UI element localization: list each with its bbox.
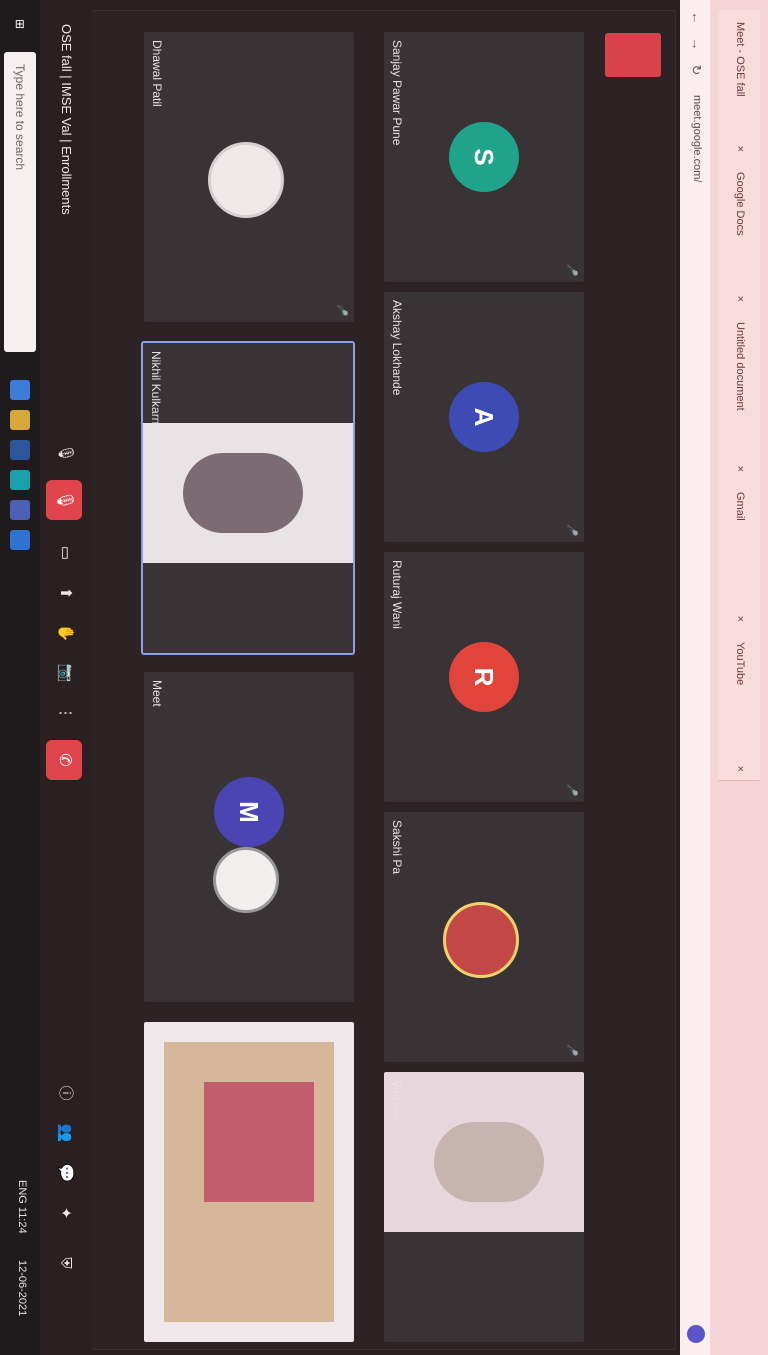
participant-tile[interactable]: Sakshi Pa 🎤 xyxy=(383,811,585,1063)
mic-off-icon: 🎤 xyxy=(566,1044,577,1057)
people-icon[interactable]: 👥 xyxy=(52,1120,78,1146)
info-icon[interactable]: ⓘ xyxy=(52,1080,78,1106)
store-icon[interactable] xyxy=(10,500,30,520)
mic-off-icon: 🎤 xyxy=(336,304,347,317)
participant-name: Dhawal Patil xyxy=(150,40,164,107)
participant-name: Sanjay Pawar Pune xyxy=(390,40,404,146)
present-icon[interactable]: ⬆ xyxy=(52,580,78,606)
close-tab-icon[interactable]: × xyxy=(734,466,746,472)
avatar-secondary xyxy=(213,847,279,913)
participant-name: Sakshi Pa xyxy=(390,820,404,875)
mail-icon[interactable] xyxy=(10,530,30,550)
shared-image xyxy=(204,1082,314,1202)
activities-icon[interactable]: ✦ xyxy=(52,1200,78,1226)
tab-docs[interactable]: Google Docs × xyxy=(718,160,760,311)
mic-off-icon: 🎤 xyxy=(566,264,577,277)
caption-icon[interactable]: ▭ xyxy=(52,540,78,566)
more-icon[interactable]: ⋮ xyxy=(52,700,78,726)
edge-icon[interactable] xyxy=(10,470,30,490)
tab-label: YouTube xyxy=(734,642,746,686)
close-tab-icon[interactable]: × xyxy=(734,766,746,772)
avatar xyxy=(443,902,519,978)
raise-hand-icon[interactable]: ✋ xyxy=(52,620,78,646)
mic-off-button[interactable]: 🎙 xyxy=(46,480,82,520)
participant-name: Ruturaj Wani xyxy=(390,560,404,629)
tab-label: Gmail xyxy=(734,492,746,521)
mic-off-icon: 🎤 xyxy=(566,524,577,537)
os-taskbar: ⊞ Type here to search ENG 11:24 12-06-20… xyxy=(0,0,40,1355)
end-call-button[interactable]: ✆ xyxy=(46,740,82,780)
meeting-title: OSE fall | IMSE Val | Enrollments xyxy=(59,24,74,215)
participant-name: Nikhil Kulkarni xyxy=(149,351,163,428)
participant-tile-active[interactable]: Nikhil Kulkarni xyxy=(141,341,355,655)
camera-icon[interactable]: 📷 xyxy=(52,660,78,686)
tab-label: Meet - OSE fall xyxy=(734,22,746,97)
person-silhouette xyxy=(434,1122,544,1202)
tray-clock[interactable]: ENG 11:24 xyxy=(16,1180,28,1234)
profile-avatar[interactable] xyxy=(687,1325,705,1343)
recording-indicator[interactable] xyxy=(605,33,661,77)
avatar: A xyxy=(449,382,519,452)
call-toolbar: OSE fall | IMSE Val | Enrollments 🎙 🎙 ▭ … xyxy=(40,0,92,1355)
shield-icon[interactable]: ⛨ xyxy=(52,1250,78,1276)
participant-tile[interactable]: Vaishali xyxy=(383,1071,585,1343)
tab-gmail[interactable]: Gmail × xyxy=(718,480,760,631)
avatar: M xyxy=(214,777,284,847)
search-placeholder: Type here to search xyxy=(13,64,27,171)
mic-icon[interactable]: 🎙 xyxy=(52,440,78,466)
chrome-icon[interactable] xyxy=(10,380,30,400)
rotated-screen: Meet - OSE fall × Google Docs × Untitled… xyxy=(0,0,768,1355)
tab-label: Google Docs xyxy=(734,172,746,236)
tab-meet[interactable]: Meet - OSE fall × xyxy=(718,10,760,161)
back-arrow-icon[interactable]: ← xyxy=(688,10,704,26)
reload-icon[interactable]: ↻ xyxy=(688,62,704,78)
participant-name: Meet xyxy=(150,680,164,707)
avatar xyxy=(208,142,284,218)
participant-tile[interactable]: Dhawal Patil 🎤 xyxy=(143,31,355,323)
avatar: R xyxy=(449,642,519,712)
mic-off-icon: 🎤 xyxy=(566,784,577,797)
participant-name: Vaishali xyxy=(390,1080,404,1122)
word-icon[interactable] xyxy=(10,440,30,460)
tab-untitled[interactable]: Untitled document × xyxy=(718,310,760,481)
chat-icon[interactable]: 💬 xyxy=(52,1160,78,1186)
participant-tile[interactable]: S Sanjay Pawar Pune 🎤 xyxy=(383,31,585,283)
avatar: S xyxy=(449,122,519,192)
url-field[interactable]: meet.google.com/ xyxy=(691,95,703,182)
forward-arrow-icon[interactable]: → xyxy=(688,36,704,52)
meeting-frame: S Sanjay Pawar Pune 🎤 A Akshay Lokhande … xyxy=(49,10,676,1350)
taskbar-search[interactable]: Type here to search xyxy=(4,52,36,352)
tray-date[interactable]: 12-06-2021 xyxy=(16,1260,28,1316)
close-tab-icon[interactable]: × xyxy=(734,146,746,152)
meeting-area: S Sanjay Pawar Pune 🎤 A Akshay Lokhande … xyxy=(40,0,680,1355)
person-silhouette xyxy=(183,453,303,533)
close-tab-icon[interactable]: × xyxy=(734,616,746,622)
browser-tab-bar: Meet - OSE fall × Google Docs × Untitled… xyxy=(710,0,768,1355)
file-explorer-icon[interactable] xyxy=(10,410,30,430)
address-bar: ← → ↻ meet.google.com/ xyxy=(679,0,710,1355)
shared-screen-tile[interactable] xyxy=(143,1021,355,1343)
participant-name: Akshay Lokhande xyxy=(390,300,404,396)
close-tab-icon[interactable]: × xyxy=(734,296,746,302)
participant-tile[interactable]: A Akshay Lokhande 🎤 xyxy=(383,291,585,543)
participant-tile[interactable]: R Ruturaj Wani 🎤 xyxy=(383,551,585,803)
tab-youtube[interactable]: YouTube × xyxy=(718,630,760,781)
screenshot-stage: Meet - OSE fall × Google Docs × Untitled… xyxy=(0,0,768,1355)
tab-label: Untitled document xyxy=(734,322,746,411)
participant-tile[interactable]: M Meet xyxy=(143,671,355,1003)
start-icon[interactable]: ⊞ xyxy=(10,14,30,34)
